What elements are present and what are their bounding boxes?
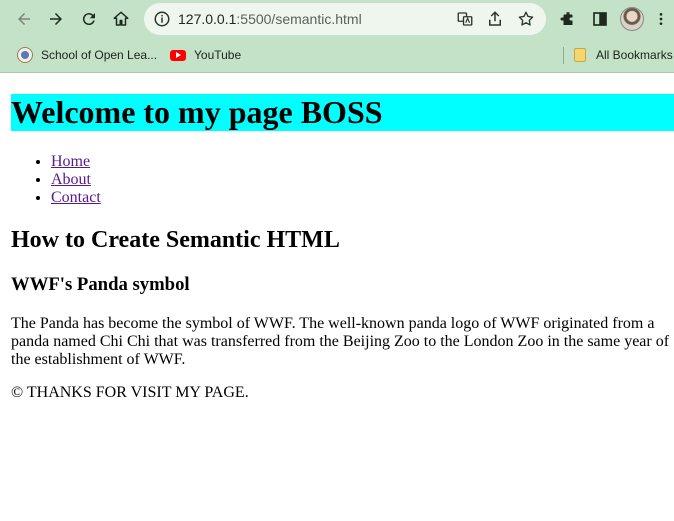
bookmark-label: YouTube	[194, 48, 242, 62]
url-path: :5500/semantic.html	[236, 11, 362, 27]
nav-link-home[interactable]: Home	[51, 153, 90, 170]
section-heading: How to Create Semantic HTML	[11, 227, 340, 253]
youtube-icon	[170, 49, 186, 61]
browser-toolbar: 127.0.0.1:5500/semantic.html	[0, 0, 674, 39]
side-panel-icon[interactable]	[589, 8, 611, 30]
back-arrow-icon[interactable]	[13, 8, 35, 30]
bookmark-school[interactable]: School of Open Lea...	[17, 45, 157, 65]
page-title: Welcome to my page BOSS	[11, 94, 674, 131]
url-host: 127.0.0.1	[178, 11, 237, 27]
bookmark-label: School of Open Lea...	[41, 48, 158, 62]
url-text[interactable]: 127.0.0.1:5500/semantic.html	[178, 11, 362, 27]
bookmarks-separator	[563, 47, 564, 64]
bookmarks-bar: School of Open Lea... YouTube All Bookma…	[0, 39, 674, 73]
translate-icon[interactable]	[456, 10, 474, 28]
site-info-icon[interactable]	[153, 10, 171, 28]
bookmark-youtube[interactable]: YouTube	[170, 45, 241, 65]
footer-text: © THANKS FOR VISIT MY PAGE.	[11, 384, 249, 401]
all-bookmarks-button[interactable]: All Bookmarks	[574, 45, 673, 65]
nav-link-about[interactable]: About	[51, 171, 91, 188]
nav-item: About	[51, 171, 101, 189]
page-viewport: Welcome to my page BOSS Home About Conta…	[0, 73, 674, 521]
nav-item: Contact	[51, 189, 101, 207]
address-bar[interactable]: 127.0.0.1:5500/semantic.html	[144, 3, 546, 35]
article-heading: WWF's Panda symbol	[11, 274, 190, 295]
profile-avatar[interactable]	[620, 7, 644, 31]
share-icon[interactable]	[486, 10, 504, 28]
kebab-menu-icon[interactable]	[653, 8, 669, 30]
reload-icon[interactable]	[78, 8, 100, 30]
bookmark-star-icon[interactable]	[517, 10, 535, 28]
article-paragraph: The Panda has become the symbol of WWF. …	[11, 315, 670, 368]
forward-arrow-icon[interactable]	[45, 8, 67, 30]
nav-item: Home	[51, 153, 101, 171]
home-icon[interactable]	[110, 8, 132, 30]
folder-icon	[574, 48, 586, 62]
school-logo-icon	[17, 47, 33, 63]
extensions-icon[interactable]	[557, 8, 579, 30]
all-bookmarks-label: All Bookmarks	[596, 48, 673, 62]
nav-menu: Home About Contact	[11, 153, 101, 207]
nav-link-contact[interactable]: Contact	[51, 189, 101, 206]
